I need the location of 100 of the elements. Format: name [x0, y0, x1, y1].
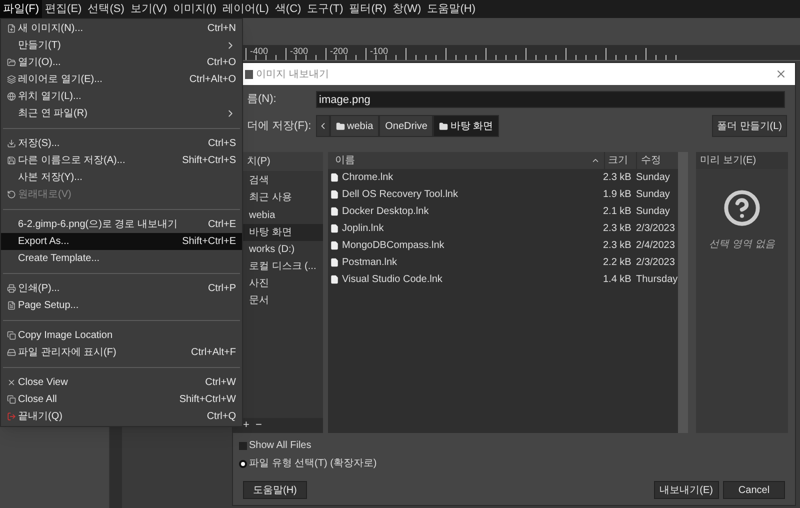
menubar-item[interactable]: 창(W): [390, 0, 424, 18]
file-row[interactable]: Postman.lnk 2.2 kB 2/3/2023: [328, 254, 678, 271]
file-size: 2.1 kB: [603, 205, 632, 219]
menu-item[interactable]: 파일 관리자에 표시(F) Ctrl+Alt+F: [1, 344, 242, 361]
menu-label: Export As...: [18, 235, 70, 249]
menu-shortcut: Shift+Ctrl+S: [182, 154, 236, 168]
path-button[interactable]: 바탕 화면: [433, 115, 500, 137]
file-row[interactable]: Dell OS Recovery Tool.lnk 1.9 kB Sunday: [328, 186, 678, 203]
file-row[interactable]: Docker Desktop.lnk 2.1 kB Sunday: [328, 203, 678, 220]
menu-icon: [6, 301, 16, 310]
export-button[interactable]: 내보내기(E): [654, 481, 719, 499]
menubar-item[interactable]: 도구(T): [304, 0, 346, 18]
menu-label: Page Setup...: [18, 299, 80, 313]
menubar-item[interactable]: 보기(V): [127, 0, 170, 18]
remove-place-button[interactable]: −: [255, 420, 262, 431]
file-modified: Sunday: [636, 188, 671, 202]
close-icon[interactable]: [775, 68, 787, 80]
menubar-item[interactable]: 편집(E): [42, 0, 85, 18]
menu-shortcut: Ctrl+Alt+F: [190, 346, 236, 360]
file-name: Dell OS Recovery Tool.lnk: [342, 188, 459, 202]
help-icon: [723, 189, 761, 227]
menubar-item[interactable]: 필터(R): [346, 0, 390, 18]
menu-icon: [6, 190, 16, 199]
menubar-item[interactable]: 선택(S): [84, 0, 128, 18]
file-row[interactable]: Joplin.lnk 2.3 kB 2/3/2023: [328, 220, 678, 237]
create-folder-button[interactable]: 폴더 만들기(L): [712, 115, 787, 137]
menubar-item[interactable]: 이미지(I): [170, 0, 220, 18]
menu-item[interactable]: 다른 이름으로 저장(A)... Shift+Ctrl+S: [1, 152, 242, 169]
menu-item[interactable]: 인쇄(P)... Ctrl+P: [1, 280, 242, 297]
file-row[interactable]: MongoDBCompass.lnk 2.3 kB 2/4/2023: [328, 237, 678, 254]
folder-label: 더에 저장(F):: [246, 118, 312, 134]
file-name: Postman.lnk: [342, 256, 398, 270]
menu-item[interactable]: 열기(O)... Ctrl+O: [1, 54, 242, 71]
menu-item[interactable]: 새 이미지(N)... Ctrl+N: [1, 20, 242, 37]
file-name: Docker Desktop.lnk: [342, 205, 430, 219]
menubar-item[interactable]: 파일(F): [0, 0, 42, 18]
menu-item[interactable]: 최근 연 파일(R): [1, 105, 242, 122]
file-modified: 2/3/2023: [636, 222, 676, 236]
menu-item[interactable]: 위치 열기(L)...: [1, 88, 242, 105]
menu-item[interactable]: Create Template...: [1, 250, 242, 267]
menubar-item[interactable]: 도움말(H): [424, 0, 479, 18]
file-icon: [330, 224, 339, 233]
menu-label: 인쇄(P)...: [18, 282, 61, 296]
menu-shortcut: Ctrl+Q: [206, 410, 236, 424]
expander-icon[interactable]: [239, 460, 247, 468]
menu-label: 열기(O)...: [18, 56, 62, 70]
path-button[interactable]: webia: [330, 115, 380, 137]
menu-item[interactable]: Copy Image Location: [1, 327, 242, 344]
menu-item[interactable]: Page Setup...: [1, 297, 242, 314]
menu-item[interactable]: Close All Shift+Ctrl+W: [1, 391, 242, 408]
menu-item[interactable]: 만들기(T): [1, 37, 242, 54]
menu-label: Close View: [18, 376, 69, 390]
file-icon: [330, 190, 339, 199]
menu-icon: [6, 92, 16, 101]
column-header[interactable]: 크기: [604, 152, 636, 169]
menu-icon: [6, 284, 16, 293]
menu-label: Close All: [18, 393, 58, 407]
menu-shortcut: Shift+Ctrl+E: [182, 235, 236, 249]
menu-item[interactable]: Close View Ctrl+W: [1, 374, 242, 391]
menu-shortcut: Shift+Ctrl+W: [179, 393, 236, 407]
menu-label: 만들기(T): [18, 39, 62, 53]
file-size: 2.3 kB: [603, 222, 632, 236]
file-icon: [330, 275, 339, 284]
expander-label[interactable]: 파일 유형 선택(T) (확장자로): [249, 456, 377, 471]
path-button[interactable]: OneDrive: [379, 115, 434, 137]
menu-label: 파일 관리자에 표시(F): [18, 346, 118, 360]
file-size: 2.3 kB: [603, 171, 632, 185]
menu-icon: [6, 412, 16, 421]
app-icon: [245, 70, 253, 78]
menu-item[interactable]: 저장(S)... Ctrl+S: [1, 135, 242, 152]
menubar-item[interactable]: 레이어(L): [219, 0, 272, 18]
menu-label: Create Template...: [18, 252, 101, 266]
checkbox[interactable]: [239, 442, 247, 450]
menu-icon: [6, 58, 16, 67]
menu-label: 원래대로(V): [18, 188, 72, 202]
file-modified: Thursday: [636, 273, 678, 287]
menu-icon: [6, 331, 16, 340]
menu-item[interactable]: 끝내기(Q) Ctrl+Q: [1, 408, 242, 425]
file-row[interactable]: Visual Studio Code.lnk 1.4 kB Thursday: [328, 271, 678, 288]
file-modified: Sunday: [636, 171, 671, 185]
column-header[interactable]: 이름: [328, 152, 591, 169]
add-place-button[interactable]: +: [243, 420, 250, 431]
menubar-item[interactable]: 색(C): [272, 0, 304, 18]
file-modified: Sunday: [636, 205, 671, 219]
help-button[interactable]: 도움말(H): [243, 481, 307, 499]
file-row[interactable]: Chrome.lnk 2.3 kB Sunday: [328, 169, 678, 186]
menu-item[interactable]: 레이어로 열기(E)... Ctrl+Alt+O: [1, 71, 242, 88]
menu-item[interactable]: 사본 저장(Y)...: [1, 169, 242, 186]
name-field[interactable]: image.png: [316, 91, 785, 108]
menu-icon: [6, 395, 16, 404]
menu-label: 레이어로 열기(E)...: [18, 73, 104, 87]
menu-item[interactable]: Export As... Shift+Ctrl+E: [1, 233, 242, 250]
file-size: 2.3 kB: [603, 239, 632, 253]
menu-label: 저장(S)...: [18, 137, 61, 151]
menu-label: 위치 열기(L)...: [18, 90, 82, 104]
menu-label: 새 이미지(N)...: [18, 22, 84, 36]
menu-shortcut: Ctrl+Alt+O: [189, 73, 236, 87]
cancel-button[interactable]: Cancel: [723, 481, 785, 499]
menu-icon: [6, 139, 16, 148]
file-icon: [330, 207, 339, 216]
